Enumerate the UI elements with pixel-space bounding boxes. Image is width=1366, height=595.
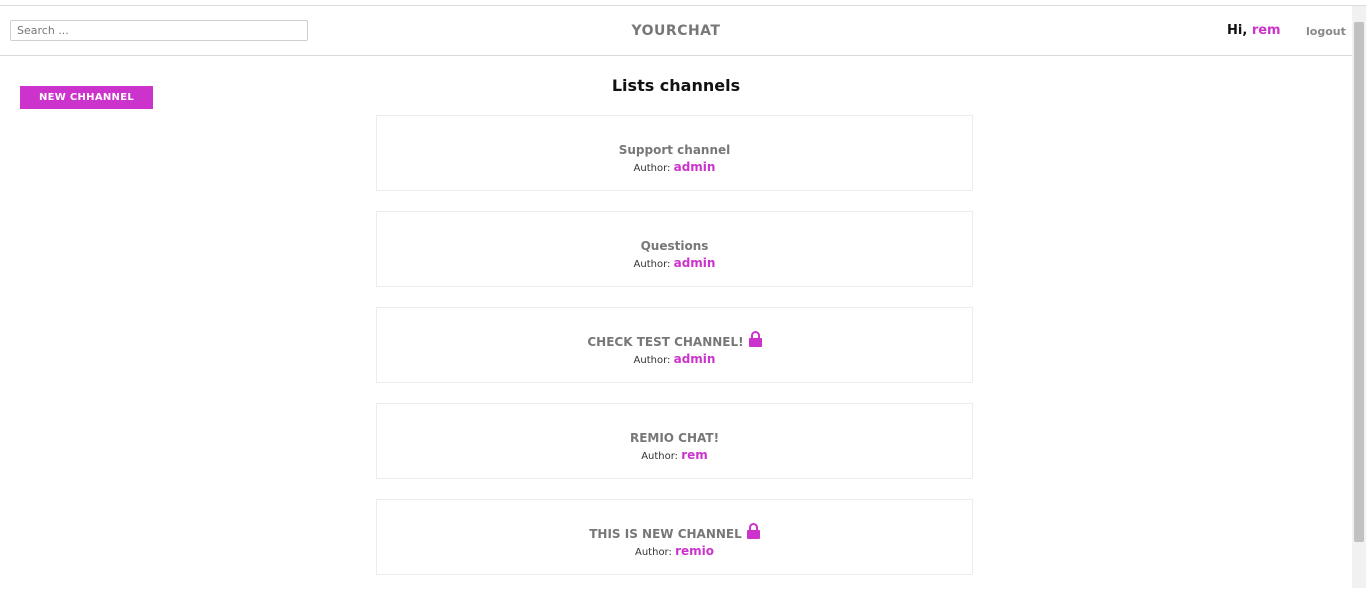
author-label: Author: [633, 259, 671, 270]
author-name[interactable]: admin [674, 160, 716, 174]
greeting-text: Hi, [1227, 23, 1248, 38]
channel-list: Support channel Author: admin Questions … [376, 115, 973, 595]
lock-icon [748, 331, 762, 347]
channel-name-row: THIS IS NEW CHANNEL [589, 523, 760, 541]
channel-card[interactable]: Support channel Author: admin [376, 115, 973, 191]
lock-icon [746, 523, 760, 539]
channel-card[interactable]: THIS IS NEW CHANNEL Author: remio [376, 499, 973, 575]
channel-author: Author: admin [377, 160, 972, 174]
channel-author: Author: remio [377, 544, 972, 558]
channel-name-row: Questions [641, 239, 709, 253]
author-name[interactable]: rem [681, 448, 708, 462]
top-bar: YOURCHAT Hi, rem logout [0, 6, 1352, 56]
channel-author: Author: admin [377, 352, 972, 366]
channel-author: Author: admin [377, 256, 972, 270]
logout-link[interactable]: logout [1306, 25, 1346, 38]
channel-name: Questions [640, 239, 709, 253]
channel-card[interactable]: REMIO CHAT! Author: rem [376, 403, 973, 479]
channel-name: THIS IS NEW CHANNEL [589, 527, 742, 541]
channel-name: Support channel [618, 143, 731, 157]
page-title: Lists channels [611, 76, 741, 95]
channel-name: REMIO CHAT! [629, 431, 720, 445]
author-label: Author: [635, 547, 672, 558]
author-name[interactable]: admin [674, 352, 716, 366]
channel-name: CHECK TEST CHANNEL! [587, 335, 744, 349]
channel-name-row: REMIO CHAT! [630, 431, 719, 445]
user-greeting: Hi, rem [1227, 23, 1281, 38]
author-label: Author: [641, 451, 679, 462]
author-name[interactable]: admin [674, 256, 716, 270]
channel-card[interactable]: Questions Author: admin [376, 211, 973, 287]
author-label: Author: [633, 163, 671, 174]
scrollbar-thumb[interactable] [1354, 22, 1364, 542]
channel-author: Author: rem [377, 448, 972, 462]
channel-card[interactable]: CHECK TEST CHANNEL! Author: admin [376, 307, 973, 383]
author-name[interactable]: remio [675, 544, 714, 558]
page-scrollbar[interactable] [1352, 6, 1366, 588]
channel-name-row: Support channel [619, 143, 731, 157]
author-label: Author: [633, 355, 671, 366]
channel-name-row: CHECK TEST CHANNEL! [587, 331, 762, 349]
app-brand: YOURCHAT [631, 23, 721, 39]
current-username[interactable]: rem [1252, 23, 1281, 38]
